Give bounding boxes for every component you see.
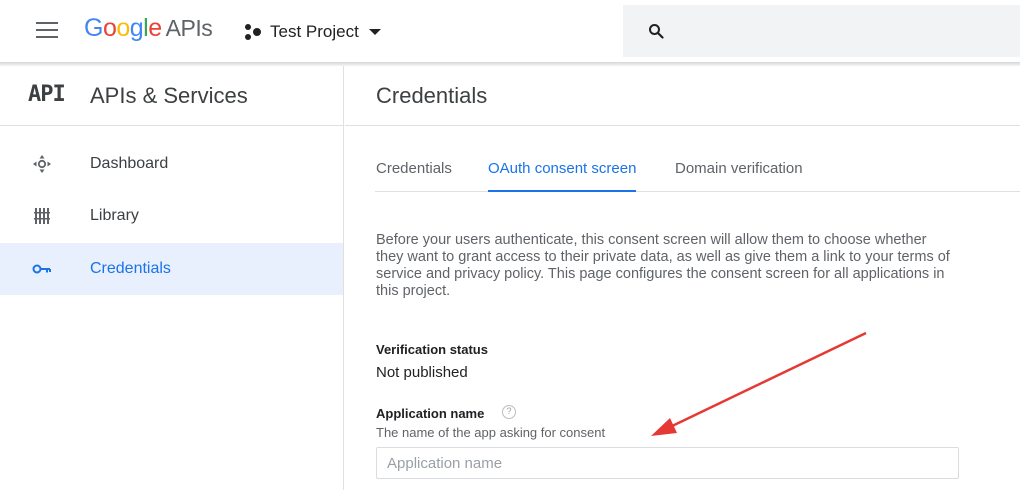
sidebar-item-label: Library xyxy=(90,207,139,224)
verification-status-value: Not published xyxy=(376,364,468,381)
api-badge: API xyxy=(28,82,66,107)
sidebar-item-credentials[interactable]: Credentials xyxy=(0,243,343,295)
main-header: Credentials xyxy=(345,66,1020,126)
caret-down-icon xyxy=(368,29,381,35)
project-name: Test Project xyxy=(270,22,359,41)
project-selector[interactable]: Test Project xyxy=(244,20,381,44)
consent-screen-description: Before your users authenticate, this con… xyxy=(376,232,950,299)
sidebar-item-dashboard[interactable]: Dashboard xyxy=(0,138,343,190)
application-name-label: Application name xyxy=(376,406,485,421)
tab-domain-verification[interactable]: Domain verification xyxy=(675,160,803,192)
tab-oauth-consent-screen[interactable]: OAuth consent screen xyxy=(488,160,637,192)
side-nav-header: API APIs & Services xyxy=(0,66,343,126)
library-icon xyxy=(32,206,52,226)
project-dots-icon xyxy=(244,23,262,41)
tab-credentials[interactable]: Credentials xyxy=(376,160,452,192)
page-title: Credentials xyxy=(376,83,488,108)
side-nav-title: APIs & Services xyxy=(90,83,248,108)
search-bar[interactable] xyxy=(623,5,1020,57)
application-name-hint: The name of the app asking for consent xyxy=(376,425,606,440)
sidebar-item-library[interactable]: Library xyxy=(0,190,343,242)
dashboard-icon xyxy=(32,154,52,174)
sidebar-item-label: Credentials xyxy=(90,260,171,277)
verification-status-label: Verification status xyxy=(376,342,488,357)
search-icon[interactable] xyxy=(648,23,664,39)
application-name-input[interactable] xyxy=(376,447,959,479)
google-apis-logo[interactable]: Google APIs xyxy=(84,14,213,43)
key-icon xyxy=(32,259,52,279)
side-navigation: API APIs & Services Dashboard Library Cr… xyxy=(0,66,344,490)
help-icon[interactable]: ? xyxy=(502,405,516,419)
menu-icon[interactable] xyxy=(36,22,58,40)
sidebar-item-label: Dashboard xyxy=(90,155,169,172)
top-app-bar: Google APIs Test Project xyxy=(0,0,1020,62)
tab-bar: Credentials OAuth consent screen Domain … xyxy=(375,150,1020,192)
